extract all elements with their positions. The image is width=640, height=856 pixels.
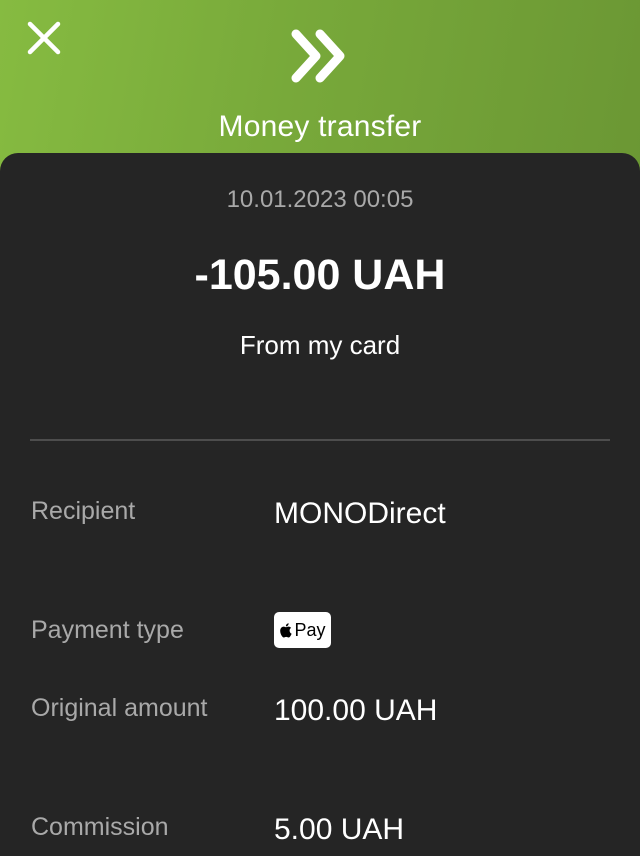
- original-amount-label: Original amount: [31, 694, 208, 722]
- recipient-label: Recipient: [31, 497, 136, 525]
- transaction-card: 10.01.2023 00:05 -105.00 UAH From my car…: [0, 153, 640, 856]
- transaction-datetime: 10.01.2023 00:05: [226, 186, 414, 213]
- divider: [30, 439, 610, 441]
- commission-label: Commission: [31, 813, 169, 841]
- transaction-details-screen: Money transfer 10.01.2023 00:05 -105.00 …: [0, 0, 640, 856]
- page-title: Money transfer: [218, 110, 422, 143]
- transaction-source: From my card: [239, 330, 401, 360]
- close-button[interactable]: [22, 16, 66, 60]
- payment-type-label: Payment type: [31, 616, 184, 644]
- apple-pay-label: Pay: [294, 619, 326, 640]
- apple-pay-icon: [280, 623, 293, 638]
- apple-pay-badge: Pay: [274, 612, 331, 648]
- close-icon: [27, 21, 61, 55]
- commission-value: 5.00 UAH: [274, 813, 405, 846]
- double-chevron-right-icon: [291, 29, 345, 83]
- original-amount-value: 100.00 UAH: [274, 694, 438, 727]
- transaction-amount: -105.00 UAH: [194, 251, 446, 299]
- recipient-value: MONODirect: [274, 497, 446, 530]
